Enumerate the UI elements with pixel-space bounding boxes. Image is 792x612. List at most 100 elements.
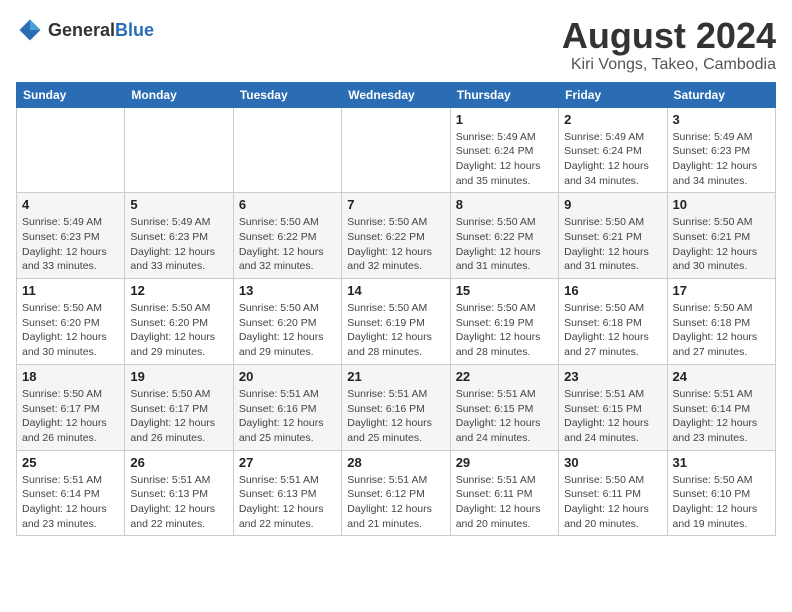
day-info: Sunrise: 5:51 AM Sunset: 6:14 PM Dayligh… [22, 473, 119, 532]
weekday-header-friday: Friday [559, 82, 667, 107]
day-info: Sunrise: 5:49 AM Sunset: 6:23 PM Dayligh… [673, 130, 770, 189]
day-number: 9 [564, 197, 661, 212]
day-info: Sunrise: 5:50 AM Sunset: 6:19 PM Dayligh… [347, 301, 444, 360]
day-cell-17: 17 Sunrise: 5:50 AM Sunset: 6:18 PM Dayli… [667, 279, 775, 365]
day-number: 25 [22, 455, 119, 470]
day-number: 12 [130, 283, 227, 298]
day-info: Sunrise: 5:51 AM Sunset: 6:16 PM Dayligh… [239, 387, 336, 446]
week-row-1: 1Sunrise: 5:49 AM Sunset: 6:24 PM Daylig… [17, 107, 776, 193]
day-cell-10: 10 Sunrise: 5:50 AM Sunset: 6:21 PM Dayli… [667, 193, 775, 279]
day-number: 4 [22, 197, 119, 212]
location-subtitle: Kiri Vongs, Takeo, Cambodia [562, 56, 776, 74]
day-cell-26: 26 Sunrise: 5:51 AM Sunset: 6:13 PM Dayli… [125, 450, 233, 536]
day-cell-18: 18 Sunrise: 5:50 AM Sunset: 6:17 PM Dayli… [17, 364, 125, 450]
day-cell-28: 28 Sunrise: 5:51 AM Sunset: 6:12 PM Dayli… [342, 450, 450, 536]
day-cell-7: 7Sunrise: 5:50 AM Sunset: 6:22 PM Daylig… [342, 193, 450, 279]
calendar-table: SundayMondayTuesdayWednesdayThursdayFrid… [16, 82, 776, 537]
logo-icon [16, 16, 44, 44]
day-info: Sunrise: 5:51 AM Sunset: 6:15 PM Dayligh… [456, 387, 553, 446]
day-number: 17 [673, 283, 770, 298]
day-info: Sunrise: 5:50 AM Sunset: 6:21 PM Dayligh… [564, 215, 661, 274]
week-row-5: 25 Sunrise: 5:51 AM Sunset: 6:14 PM Dayli… [17, 450, 776, 536]
week-row-3: 11 Sunrise: 5:50 AM Sunset: 6:20 PM Dayli… [17, 279, 776, 365]
day-number: 3 [673, 112, 770, 127]
weekday-header-sunday: Sunday [17, 82, 125, 107]
empty-cell [342, 107, 450, 193]
empty-cell [125, 107, 233, 193]
day-number: 20 [239, 369, 336, 384]
logo-general: GeneralBlue [48, 20, 154, 41]
day-info: Sunrise: 5:51 AM Sunset: 6:15 PM Dayligh… [564, 387, 661, 446]
day-cell-3: 3 Sunrise: 5:49 AM Sunset: 6:23 PM Daylig… [667, 107, 775, 193]
day-number: 10 [673, 197, 770, 212]
day-number: 30 [564, 455, 661, 470]
day-cell-1: 1Sunrise: 5:49 AM Sunset: 6:24 PM Daylig… [450, 107, 558, 193]
weekday-header-thursday: Thursday [450, 82, 558, 107]
day-cell-16: 16 Sunrise: 5:50 AM Sunset: 6:18 PM Dayli… [559, 279, 667, 365]
weekday-header-tuesday: Tuesday [233, 82, 341, 107]
day-number: 13 [239, 283, 336, 298]
day-info: Sunrise: 5:50 AM Sunset: 6:18 PM Dayligh… [673, 301, 770, 360]
day-cell-5: 5 Sunrise: 5:49 AM Sunset: 6:23 PM Daylig… [125, 193, 233, 279]
month-title: August 2024 [562, 16, 776, 56]
day-info: Sunrise: 5:50 AM Sunset: 6:11 PM Dayligh… [564, 473, 661, 532]
day-info: Sunrise: 5:51 AM Sunset: 6:11 PM Dayligh… [456, 473, 553, 532]
title-section: August 2024 Kiri Vongs, Takeo, Cambodia [562, 16, 776, 74]
day-info: Sunrise: 5:51 AM Sunset: 6:13 PM Dayligh… [130, 473, 227, 532]
week-row-2: 4 Sunrise: 5:49 AM Sunset: 6:23 PM Daylig… [17, 193, 776, 279]
empty-cell [17, 107, 125, 193]
week-row-4: 18 Sunrise: 5:50 AM Sunset: 6:17 PM Dayli… [17, 364, 776, 450]
day-cell-29: 29Sunrise: 5:51 AM Sunset: 6:11 PM Dayli… [450, 450, 558, 536]
day-number: 21 [347, 369, 444, 384]
day-cell-13: 13Sunrise: 5:50 AM Sunset: 6:20 PM Dayli… [233, 279, 341, 365]
day-info: Sunrise: 5:50 AM Sunset: 6:17 PM Dayligh… [22, 387, 119, 446]
logo: GeneralBlue [16, 16, 154, 44]
day-number: 26 [130, 455, 227, 470]
day-info: Sunrise: 5:49 AM Sunset: 6:24 PM Dayligh… [456, 130, 553, 189]
day-cell-21: 21 Sunrise: 5:51 AM Sunset: 6:16 PM Dayli… [342, 364, 450, 450]
page-header: GeneralBlue August 2024 Kiri Vongs, Take… [16, 16, 776, 74]
day-cell-23: 23Sunrise: 5:51 AM Sunset: 6:15 PM Dayli… [559, 364, 667, 450]
day-number: 6 [239, 197, 336, 212]
day-number: 22 [456, 369, 553, 384]
day-info: Sunrise: 5:50 AM Sunset: 6:10 PM Dayligh… [673, 473, 770, 532]
day-number: 8 [456, 197, 553, 212]
day-cell-22: 22 Sunrise: 5:51 AM Sunset: 6:15 PM Dayli… [450, 364, 558, 450]
day-cell-19: 19Sunrise: 5:50 AM Sunset: 6:17 PM Dayli… [125, 364, 233, 450]
day-info: Sunrise: 5:49 AM Sunset: 6:24 PM Dayligh… [564, 130, 661, 189]
day-cell-20: 20 Sunrise: 5:51 AM Sunset: 6:16 PM Dayli… [233, 364, 341, 450]
day-number: 24 [673, 369, 770, 384]
day-info: Sunrise: 5:50 AM Sunset: 6:20 PM Dayligh… [22, 301, 119, 360]
day-info: Sunrise: 5:49 AM Sunset: 6:23 PM Dayligh… [130, 215, 227, 274]
day-number: 18 [22, 369, 119, 384]
day-info: Sunrise: 5:51 AM Sunset: 6:14 PM Dayligh… [673, 387, 770, 446]
day-cell-31: 31Sunrise: 5:50 AM Sunset: 6:10 PM Dayli… [667, 450, 775, 536]
day-info: Sunrise: 5:51 AM Sunset: 6:13 PM Dayligh… [239, 473, 336, 532]
day-cell-24: 24 Sunrise: 5:51 AM Sunset: 6:14 PM Dayli… [667, 364, 775, 450]
day-number: 2 [564, 112, 661, 127]
day-cell-4: 4Sunrise: 5:49 AM Sunset: 6:23 PM Daylig… [17, 193, 125, 279]
day-info: Sunrise: 5:50 AM Sunset: 6:22 PM Dayligh… [456, 215, 553, 274]
day-cell-11: 11 Sunrise: 5:50 AM Sunset: 6:20 PM Dayli… [17, 279, 125, 365]
day-info: Sunrise: 5:50 AM Sunset: 6:18 PM Dayligh… [564, 301, 661, 360]
weekday-header-wednesday: Wednesday [342, 82, 450, 107]
day-number: 28 [347, 455, 444, 470]
day-info: Sunrise: 5:51 AM Sunset: 6:16 PM Dayligh… [347, 387, 444, 446]
day-info: Sunrise: 5:50 AM Sunset: 6:21 PM Dayligh… [673, 215, 770, 274]
day-cell-9: 9 Sunrise: 5:50 AM Sunset: 6:21 PM Daylig… [559, 193, 667, 279]
day-number: 7 [347, 197, 444, 212]
day-cell-12: 12Sunrise: 5:50 AM Sunset: 6:20 PM Dayli… [125, 279, 233, 365]
day-cell-27: 27Sunrise: 5:51 AM Sunset: 6:13 PM Dayli… [233, 450, 341, 536]
day-number: 16 [564, 283, 661, 298]
empty-cell [233, 107, 341, 193]
day-cell-14: 14Sunrise: 5:50 AM Sunset: 6:19 PM Dayli… [342, 279, 450, 365]
day-cell-2: 2 Sunrise: 5:49 AM Sunset: 6:24 PM Daylig… [559, 107, 667, 193]
day-cell-6: 6Sunrise: 5:50 AM Sunset: 6:22 PM Daylig… [233, 193, 341, 279]
day-cell-15: 15Sunrise: 5:50 AM Sunset: 6:19 PM Dayli… [450, 279, 558, 365]
weekday-header-row: SundayMondayTuesdayWednesdayThursdayFrid… [17, 82, 776, 107]
day-number: 15 [456, 283, 553, 298]
day-number: 5 [130, 197, 227, 212]
day-number: 19 [130, 369, 227, 384]
day-number: 11 [22, 283, 119, 298]
day-info: Sunrise: 5:51 AM Sunset: 6:12 PM Dayligh… [347, 473, 444, 532]
